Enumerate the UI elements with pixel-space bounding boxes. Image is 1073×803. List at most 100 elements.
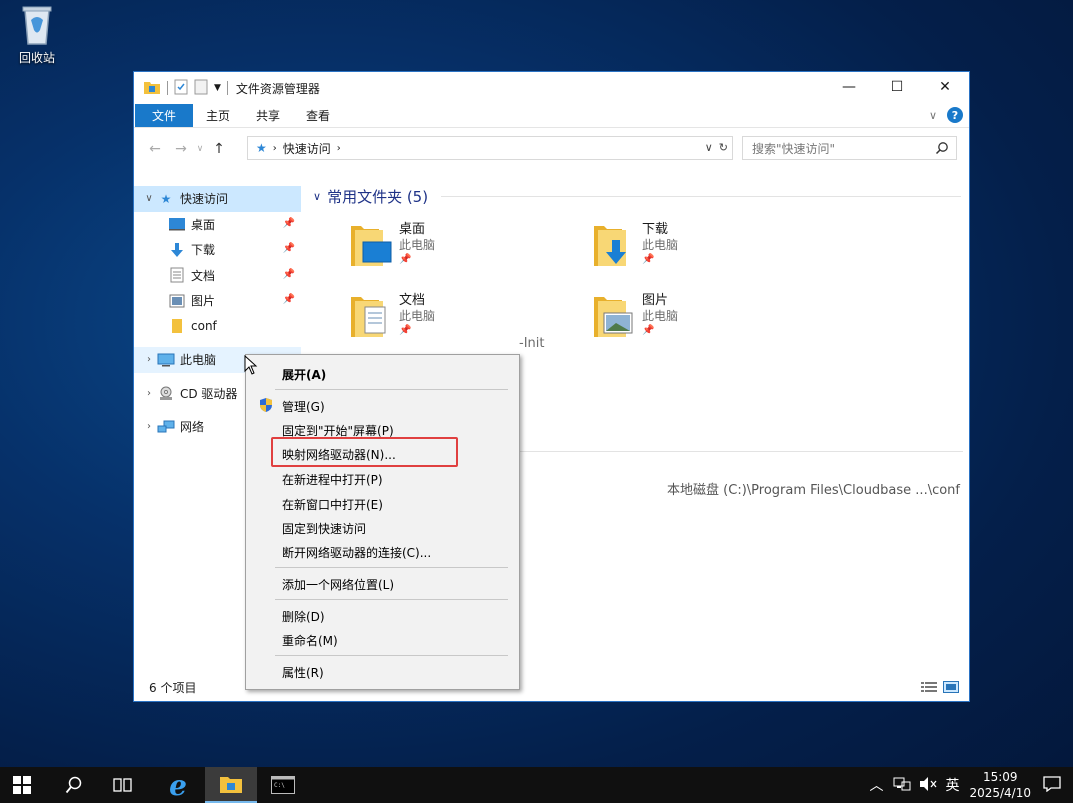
sidebar-item-label: 快速访问 (180, 192, 229, 207)
chevron-right-icon[interactable]: › (141, 354, 157, 365)
sidebar-item-label: 下载 (191, 243, 216, 258)
divider (167, 81, 168, 95)
recent-file-path[interactable]: 本地磁盘 (C:)\Program Files\Cloudbase ...\co… (667, 479, 960, 498)
desktop-icon (168, 216, 186, 232)
menu-item-properties[interactable]: 属性(R) (282, 664, 324, 681)
input-language[interactable]: 英 (945, 775, 959, 795)
pin-icon[interactable]: 📌 (283, 218, 295, 229)
sidebar-item-documents[interactable]: 文档 📌 (134, 263, 301, 289)
frequent-folders-header[interactable]: ∨ 常用文件夹 (5) (313, 186, 428, 207)
address-row: ← → ∨ ↑ ★ › 快速访问 › ∨ ↻ 搜索"快速访问" (134, 128, 969, 170)
start-button[interactable] (0, 767, 44, 803)
svg-text:C:\: C:\ (274, 782, 285, 789)
pin-icon[interactable]: 📌 (283, 269, 295, 280)
forward-button[interactable]: → (168, 141, 194, 157)
pin-icon: 📌 (642, 325, 655, 336)
menu-item-manage[interactable]: 管理(G) (282, 398, 325, 415)
menu-item-expand[interactable]: 展开(A) (282, 366, 326, 383)
chevron-right-icon[interactable]: › (141, 388, 157, 399)
pin-icon[interactable]: 📌 (283, 294, 295, 305)
details-view-icon[interactable] (921, 681, 937, 696)
folder-icon[interactable] (143, 79, 161, 98)
menu-item-open-new-process[interactable]: 在新进程中打开(P) (282, 471, 383, 488)
star-pin-icon: ★ (160, 191, 172, 206)
breadcrumb[interactable]: 快速访问 (283, 140, 331, 157)
folder-tile-downloads[interactable]: 下载 此电脑 📌 (592, 216, 812, 280)
folder-tile-desktop[interactable]: 桌面 此电脑 📌 (349, 216, 569, 280)
quick-access-toolbar: ▼ (134, 79, 228, 98)
menu-item-disconnect-network-drive[interactable]: 断开网络驱动器的连接(C)... (282, 544, 431, 561)
tab-file[interactable]: 文件 (135, 104, 194, 127)
minimize-button[interactable]: — (825, 72, 873, 102)
file-explorer-button[interactable] (205, 767, 257, 803)
address-bar[interactable]: ★ › 快速访问 › ∨ ↻ (247, 136, 733, 160)
recycle-bin-icon (17, 2, 57, 46)
maximize-button[interactable]: ☐ (873, 72, 921, 102)
folder-location: 此电脑 (642, 309, 679, 323)
large-icons-view-icon[interactable] (943, 681, 959, 696)
volume-icon[interactable] (919, 776, 937, 795)
folder-name: 下载 (642, 222, 669, 237)
network-icon (157, 419, 175, 435)
folder-name: 文档 (399, 293, 426, 308)
new-folder-icon[interactable] (194, 79, 208, 98)
clock-time: 15:09 (982, 770, 1018, 784)
tab-view[interactable]: 查看 (293, 104, 343, 127)
folder-tile-pictures[interactable]: 图片 此电脑 📌 (592, 287, 812, 351)
command-prompt-button[interactable]: C:\ (260, 767, 306, 803)
computer-icon (157, 352, 175, 368)
address-actions: ∨ ↻ (705, 141, 728, 154)
recycle-bin[interactable]: 回收站 (8, 2, 66, 66)
sidebar-item-quick-access[interactable]: ∨ ★ 快速访问 (134, 186, 301, 212)
chevron-down-icon[interactable]: ∨ (141, 193, 157, 204)
refresh-icon[interactable]: ↻ (719, 141, 728, 154)
system-tray: ︿ 英 15:09 2025/4/10 (869, 767, 1073, 803)
chevron-up-icon[interactable]: ︿ (869, 775, 883, 795)
sidebar-item-downloads[interactable]: 下载 📌 (134, 237, 301, 263)
search-placeholder: 搜索"快速访问" (752, 141, 836, 156)
help-icon[interactable]: ? (947, 107, 963, 123)
tab-share[interactable]: 共享 (243, 104, 293, 127)
edge-browser-button[interactable]: e (155, 767, 201, 803)
properties-icon[interactable] (174, 79, 188, 98)
tab-home[interactable]: 主页 (193, 104, 243, 127)
divider (226, 81, 228, 95)
sidebar-item-desktop[interactable]: 桌面 📌 (134, 212, 301, 238)
clock[interactable]: 15:09 2025/4/10 (969, 769, 1031, 801)
chevron-down-icon[interactable]: ▼ (214, 83, 221, 93)
expand-ribbon-icon[interactable]: ∨ (929, 109, 937, 122)
recent-locations-button[interactable]: ∨ (194, 144, 206, 154)
terminal-icon: C:\ (271, 776, 295, 794)
search-button[interactable] (52, 767, 96, 803)
back-button[interactable]: ← (142, 141, 168, 157)
sidebar-item-pictures[interactable]: 图片 📌 (134, 288, 301, 314)
download-icon (168, 242, 186, 258)
network-status-icon[interactable] (893, 776, 911, 795)
close-button[interactable]: ✕ (921, 72, 969, 102)
search-icon[interactable] (935, 141, 949, 158)
chevron-down-icon[interactable]: ∨ (705, 141, 713, 154)
notification-icon[interactable] (1043, 775, 1061, 795)
group-header-label: 常用文件夹 (5) (327, 188, 429, 206)
sidebar-item-label: 此电脑 (180, 353, 217, 368)
chevron-right-icon[interactable]: › (141, 421, 157, 432)
mouse-cursor-icon (244, 354, 258, 378)
downloads-folder-icon (592, 222, 636, 268)
menu-item-rename[interactable]: 重命名(M) (282, 632, 338, 649)
task-view-icon (113, 778, 132, 792)
pictures-icon (168, 293, 186, 309)
window-controls: — ☐ ✕ (825, 72, 969, 102)
up-button[interactable]: ↑ (206, 141, 232, 157)
partial-folder-name[interactable]: -Init (519, 336, 544, 351)
pin-icon[interactable]: 📌 (283, 243, 295, 254)
pin-icon: 📌 (399, 325, 412, 336)
menu-item-pin-quick-access[interactable]: 固定到快速访问 (282, 520, 366, 537)
task-view-button[interactable] (101, 767, 145, 803)
menu-item-open-new-window[interactable]: 在新窗口中打开(E) (282, 496, 383, 513)
chevron-down-icon: ∨ (313, 190, 322, 203)
item-count: 6 个项目 (149, 680, 197, 695)
menu-item-add-network-location[interactable]: 添加一个网络位置(L) (282, 576, 394, 593)
sidebar-item-conf[interactable]: conf (134, 314, 301, 340)
menu-item-delete[interactable]: 删除(D) (282, 608, 325, 625)
search-input[interactable]: 搜索"快速访问" (742, 136, 957, 160)
